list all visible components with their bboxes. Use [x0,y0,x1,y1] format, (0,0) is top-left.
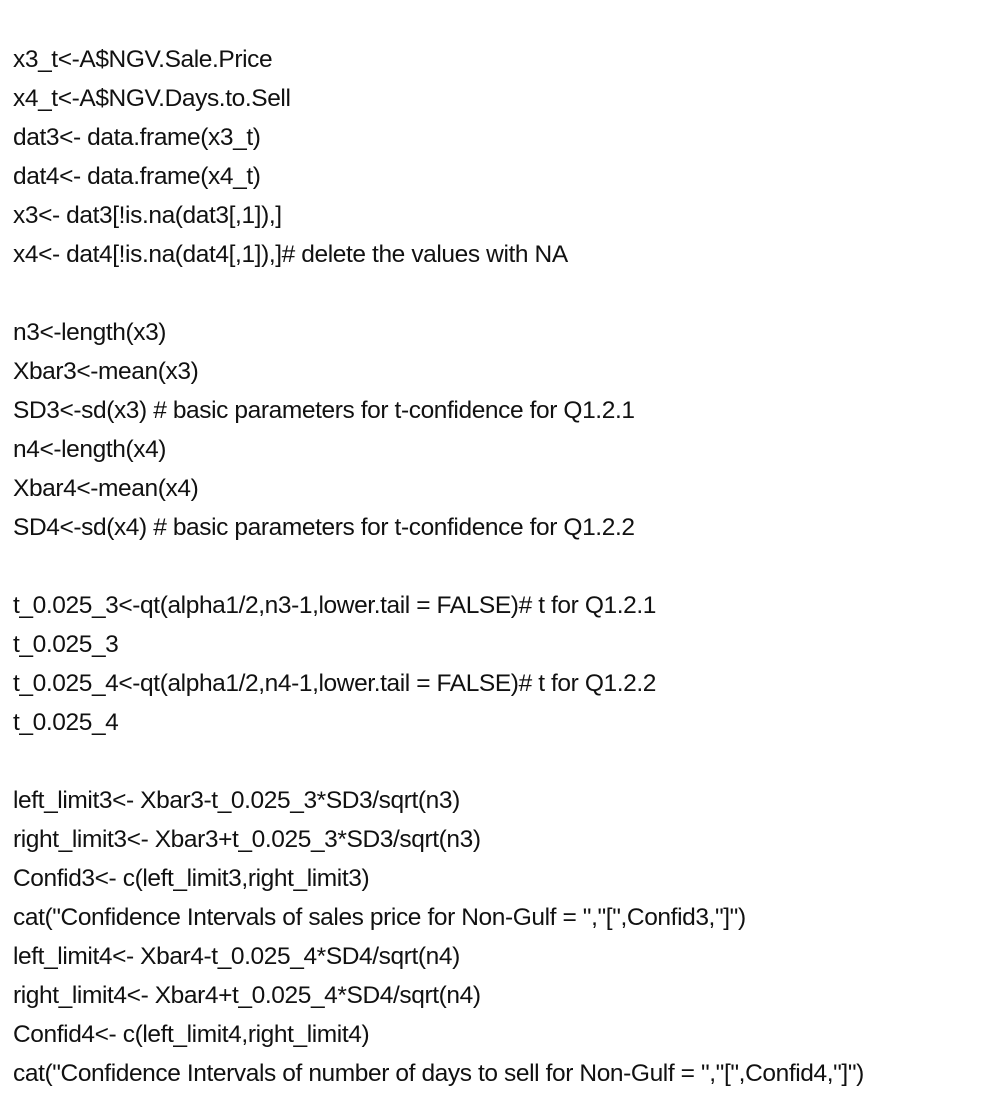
code-line: t_0.025_4<-qt(alpha1/2,n4-1,lower.tail =… [13,670,656,697]
code-line: t_0.025_4 [13,709,119,736]
code-line: left_limit3<- Xbar3-t_0.025_3*SD3/sqrt(n… [13,787,460,814]
code-line: cat("Confidence Intervals of sales price… [13,904,746,931]
code-line: right_limit4<- Xbar4+t_0.025_4*SD4/sqrt(… [13,982,481,1009]
code-line: SD3<-sd(x3) # basic parameters for t-con… [13,397,635,424]
code-line: Confid3<- c(left_limit3,right_limit3) [13,865,370,892]
code-line: n3<-length(x3) [13,319,167,346]
code-line: Confid4<- c(left_limit4,right_limit4) [13,1021,370,1048]
code-line: x3<- dat3[!is.na(dat3[,1]),] [13,202,282,229]
code-line: cat("Confidence Intervals of number of d… [13,1060,864,1087]
code-line: x3_t<-A$NGV.Sale.Price [13,46,273,73]
code-line: dat4<- data.frame(x4_t) [13,163,261,190]
code-document: x3_t<-A$NGV.Sale.Price x4_t<-A$NGV.Days.… [13,40,982,1093]
code-line: Xbar3<-mean(x3) [13,358,199,385]
code-line: x4_t<-A$NGV.Days.to.Sell [13,85,291,112]
code-line: dat3<- data.frame(x3_t) [13,124,261,151]
code-line: x4<- dat4[!is.na(dat4[,1]),]# delete the… [13,241,568,268]
code-line: SD4<-sd(x4) # basic parameters for t-con… [13,514,635,541]
code-line: n4<-length(x4) [13,436,167,463]
code-line: t_0.025_3 [13,631,119,658]
code-line: left_limit4<- Xbar4-t_0.025_4*SD4/sqrt(n… [13,943,460,970]
code-line: right_limit3<- Xbar3+t_0.025_3*SD3/sqrt(… [13,826,481,853]
code-line: t_0.025_3<-qt(alpha1/2,n3-1,lower.tail =… [13,592,656,619]
code-line: Xbar4<-mean(x4) [13,475,199,502]
